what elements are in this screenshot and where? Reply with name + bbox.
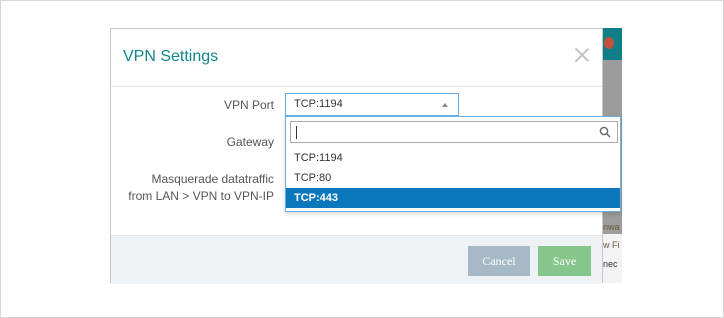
dropdown-search-input[interactable] xyxy=(290,121,618,143)
gateway-label: Gateway xyxy=(226,135,274,149)
masquerade-label-line1: Masquerade datatraffic xyxy=(151,172,274,186)
caret-up-icon xyxy=(442,103,448,107)
dropdown-option[interactable]: TCP:1194 xyxy=(286,148,620,168)
cancel-button[interactable]: Cancel xyxy=(468,246,530,276)
save-button[interactable]: Save xyxy=(538,246,591,276)
dropdown-option-highlighted[interactable]: TCP:443 xyxy=(286,188,620,208)
dropdown-option[interactable]: TCP:80 xyxy=(286,168,620,188)
masquerade-label-line2: from LAN > VPN to VPN-IP xyxy=(128,189,274,203)
vpn-port-dropdown: TCP:1194 TCP:80 TCP:443 xyxy=(285,116,621,212)
vpn-port-select[interactable]: TCP:1194 xyxy=(285,93,459,116)
close-icon[interactable] xyxy=(574,47,590,63)
background-text-fragment: nwa xyxy=(603,222,620,232)
search-icon xyxy=(599,126,611,138)
modal-title: VPN Settings xyxy=(123,48,219,65)
background-avatar-icon xyxy=(604,37,614,49)
vpn-port-selected-value: TCP:1194 xyxy=(294,98,343,110)
vpn-port-label: VPN Port xyxy=(223,98,274,112)
background-text-fragment: nec xyxy=(603,259,618,269)
modal-footer: Cancel Save xyxy=(111,235,602,284)
modal-header: VPN Settings xyxy=(111,29,602,87)
background-text-fragment: w Fi xyxy=(603,240,620,250)
background-header xyxy=(602,28,622,60)
text-cursor xyxy=(296,126,297,139)
